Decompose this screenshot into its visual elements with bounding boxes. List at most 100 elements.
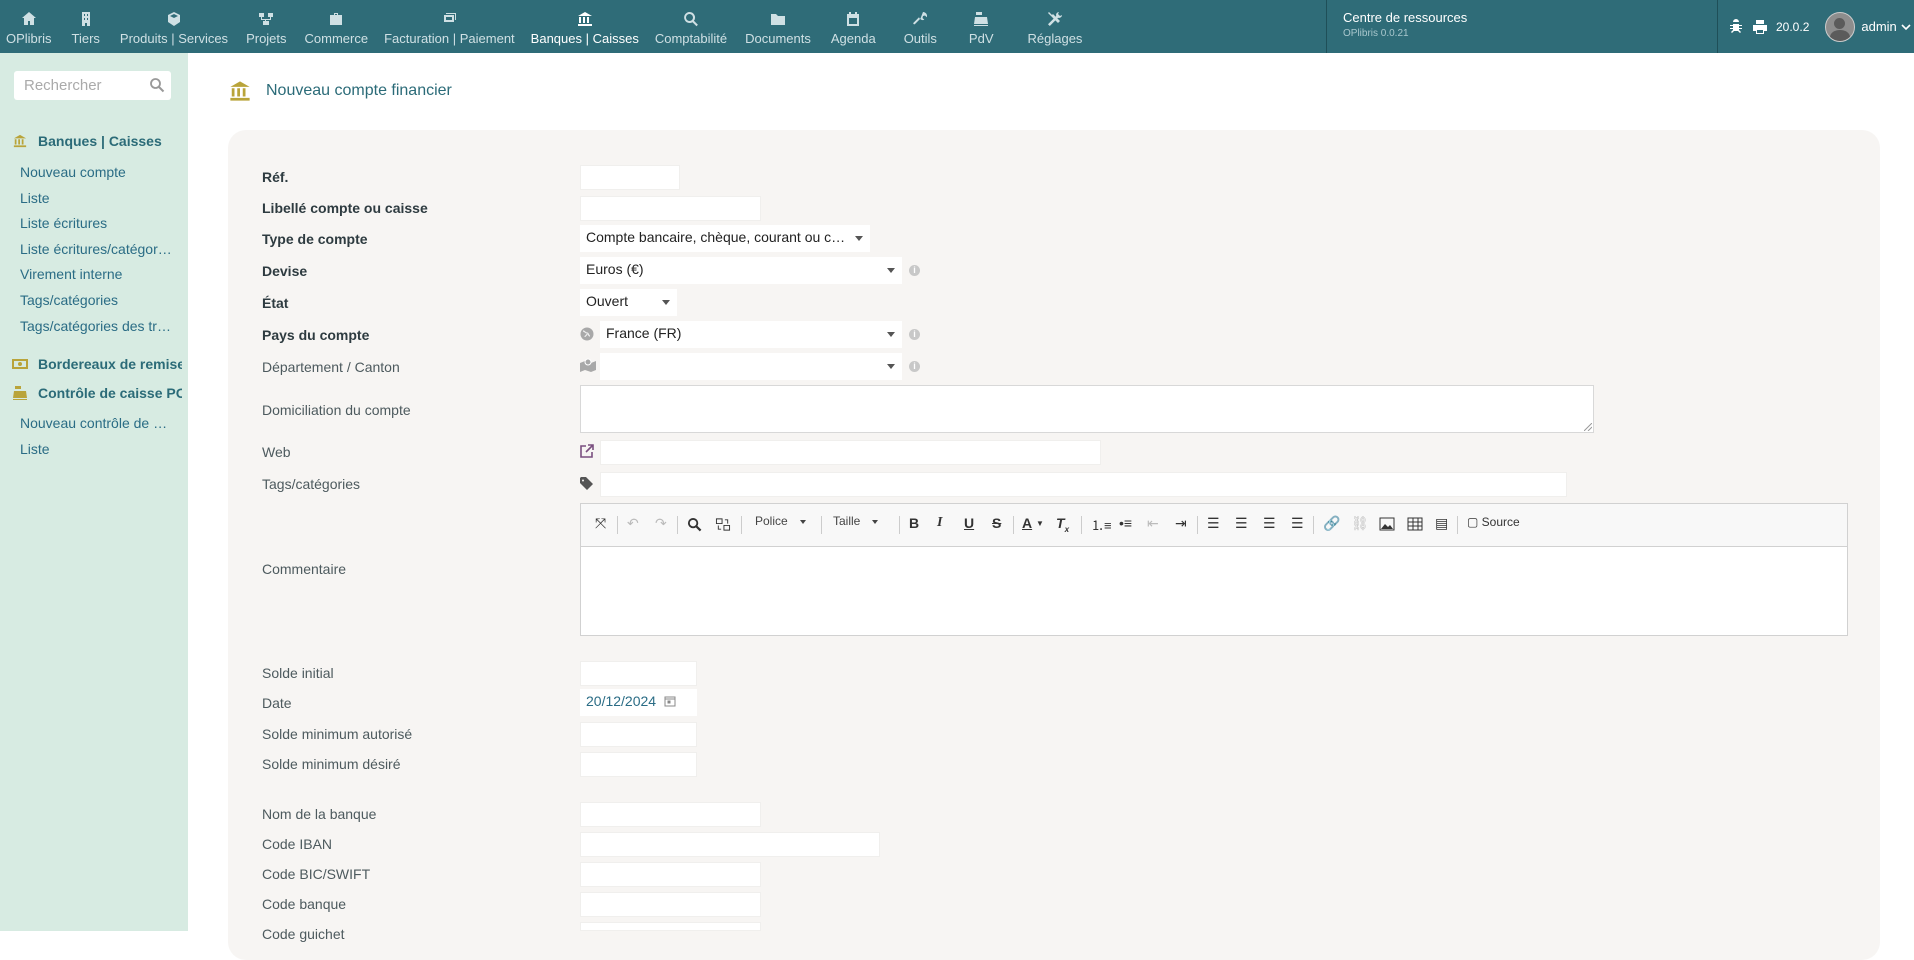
sidebar-section-bordereaux[interactable]: Bordereaux de remise: [12, 356, 182, 372]
cash-register-icon: [974, 12, 989, 26]
strikethrough-icon[interactable]: S: [992, 515, 1001, 531]
sidebar-section-title: Banques | Caisses: [38, 133, 162, 149]
avatar[interactable]: [1825, 11, 1856, 42]
table-icon[interactable]: [1407, 517, 1423, 531]
bug-icon[interactable]: [1728, 18, 1744, 35]
resource-center[interactable]: Centre de ressources OPlibris 0.0.21: [1326, 0, 1718, 53]
source-button[interactable]: ▢ Source: [1467, 515, 1520, 529]
italic-icon[interactable]: I: [937, 515, 942, 531]
bulleted-list-icon[interactable]: •≡: [1119, 515, 1132, 531]
desk-code-label: Code guichet: [262, 926, 345, 942]
replace-icon[interactable]: [715, 517, 731, 532]
undo-icon[interactable]: ↶: [627, 515, 639, 532]
menu-item-facturation-paiement[interactable]: Facturation | Paiement: [378, 0, 521, 53]
calendar-icon[interactable]: [664, 695, 676, 707]
image-icon[interactable]: [1379, 517, 1395, 531]
align-center-icon[interactable]: ☰: [1235, 515, 1248, 532]
menu-item-comptabilite[interactable]: Comptabilité: [649, 0, 733, 53]
country-select[interactable]: France (FR): [600, 321, 902, 348]
tag-icon: [580, 477, 593, 490]
menu-item-pdv[interactable]: PdV: [963, 0, 1000, 53]
sidebar-section-controle-caisse[interactable]: Contrôle de caisse POS: [12, 385, 182, 401]
outdent-icon[interactable]: ⇤: [1147, 515, 1159, 532]
menu-item-produits-services[interactable]: Produits | Services: [114, 0, 234, 53]
comment-editor[interactable]: ⤧ ↶ ↷ Police Taille B I U S A ▼ Tx ⒈≡ •≡…: [580, 503, 1848, 636]
sidebar-item-virement-interne[interactable]: Virement interne: [20, 266, 172, 282]
state-select[interactable]: Ouvert: [580, 289, 677, 316]
align-left-icon[interactable]: ☰: [1207, 515, 1220, 532]
sidebar-item-nouveau-compte[interactable]: Nouveau compte: [20, 164, 172, 180]
find-icon[interactable]: [687, 517, 702, 532]
align-right-icon[interactable]: ☰: [1263, 515, 1276, 532]
resize-handle-icon[interactable]: [1584, 423, 1592, 431]
chevron-down-icon[interactable]: ▼: [1036, 519, 1044, 528]
menu-label: Banques | Caisses: [530, 31, 639, 46]
info-icon[interactable]: i: [909, 329, 920, 340]
menu-item-documents[interactable]: Documents: [739, 0, 817, 53]
ref-input[interactable]: [580, 165, 680, 190]
account-type-select[interactable]: Compte bancaire, chèque, courant ou cart…: [580, 225, 870, 252]
min-desired-input[interactable]: [580, 752, 697, 777]
department-select[interactable]: [600, 353, 902, 380]
bank-icon: [577, 12, 592, 26]
iban-input[interactable]: [580, 832, 880, 857]
menu-item-projets[interactable]: Projets: [240, 0, 292, 53]
sidebar-item-liste-ecritures-categories[interactable]: Liste écritures/catégories: [20, 241, 172, 257]
min-allowed-input[interactable]: [580, 722, 697, 747]
menu-item-banques-caisses[interactable]: Banques | Caisses: [525, 0, 645, 53]
desk-code-input[interactable]: [580, 922, 761, 931]
maximize-icon[interactable]: ⤧: [595, 515, 606, 532]
chevron-down-icon[interactable]: [1901, 22, 1911, 32]
redo-icon[interactable]: ↷: [655, 515, 667, 532]
info-icon[interactable]: i: [909, 361, 920, 372]
search-placeholder: Rechercher: [24, 77, 102, 94]
menu-item-reglages[interactable]: Réglages: [1022, 0, 1089, 53]
remove-format-icon[interactable]: Tx: [1056, 515, 1069, 534]
text-color-icon[interactable]: A: [1022, 515, 1032, 531]
menu-item-commerce[interactable]: Commerce: [299, 0, 375, 53]
bic-input[interactable]: [580, 862, 761, 887]
bank-code-label: Code banque: [262, 896, 347, 912]
tags-input[interactable]: [600, 472, 1567, 497]
menu-item-oplibris[interactable]: OPlibris: [0, 0, 58, 53]
initial-balance-input[interactable]: [580, 661, 697, 686]
justify-icon[interactable]: ☰: [1291, 515, 1304, 532]
sidebar-item-liste[interactable]: Liste: [20, 190, 172, 206]
printer-icon[interactable]: [1752, 19, 1768, 35]
sidebar-item-tags-categories-transactions[interactable]: Tags/catégories des transactions: [20, 318, 172, 334]
unlink-icon[interactable]: ⛓: [1351, 515, 1369, 532]
font-combo-label: Police: [755, 514, 788, 528]
cash-register-icon: [13, 386, 27, 400]
bank-icon: [13, 134, 27, 148]
menu-item-outils[interactable]: Outils: [898, 0, 943, 53]
account-label-input[interactable]: [580, 196, 761, 221]
info-icon[interactable]: i: [909, 265, 920, 276]
search-icon[interactable]: [149, 77, 165, 93]
sidebar-item-nouveau-controle[interactable]: Nouveau contrôle de caisse: [20, 415, 172, 431]
sidebar-section-banques[interactable]: Banques | Caisses: [12, 133, 182, 149]
user-name[interactable]: admin: [1861, 19, 1896, 34]
horizontal-rule-icon[interactable]: ▤: [1435, 515, 1448, 532]
sidebar-item-liste-ecritures[interactable]: Liste écritures: [20, 215, 172, 231]
bank-code-input[interactable]: [580, 892, 761, 917]
date-input[interactable]: 20/12/2024: [580, 689, 697, 716]
font-combo[interactable]: Police: [755, 514, 806, 528]
indent-icon[interactable]: ⇥: [1175, 515, 1187, 532]
numbered-list-icon[interactable]: ⒈≡: [1091, 515, 1112, 534]
sidebar-item-tags-categories[interactable]: Tags/catégories: [20, 292, 172, 308]
domiciliation-textarea[interactable]: [580, 385, 1594, 433]
link-icon[interactable]: 🔗: [1323, 515, 1340, 532]
underline-icon[interactable]: U: [964, 515, 974, 531]
bank-name-input[interactable]: [580, 802, 761, 827]
money-bill-icon: [12, 359, 28, 369]
search-dollar-icon: [684, 12, 698, 27]
search-input[interactable]: Rechercher: [14, 71, 171, 100]
menu-item-tiers[interactable]: Tiers: [66, 0, 106, 53]
sidebar-item-liste-controles[interactable]: Liste: [20, 441, 172, 457]
currency-select[interactable]: Euros (€): [580, 257, 902, 284]
menu-item-agenda[interactable]: Agenda: [825, 0, 882, 53]
bold-icon[interactable]: B: [909, 515, 919, 531]
web-input[interactable]: [600, 440, 1101, 465]
size-combo[interactable]: Taille: [833, 514, 879, 528]
menu-label: Documents: [745, 31, 811, 46]
